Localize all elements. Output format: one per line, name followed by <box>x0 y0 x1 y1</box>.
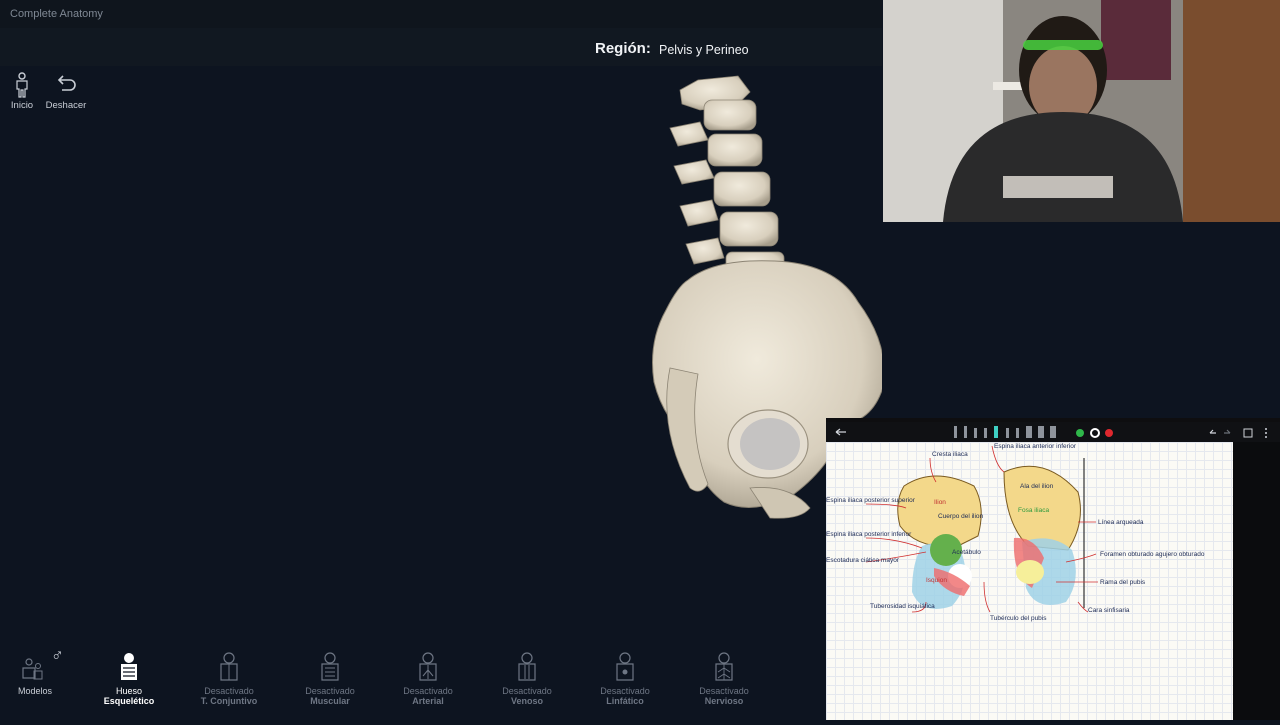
webcam-video <box>883 0 1280 222</box>
pen-tools-icon[interactable] <box>954 426 1056 438</box>
layer-label-line2: Venoso <box>510 696 543 706</box>
more-options-icon[interactable] <box>1265 428 1267 438</box>
layer-skeletal[interactable]: Hueso Esquelético <box>84 648 174 706</box>
layer-nervous[interactable]: Desactivado Nervioso <box>679 648 769 706</box>
undo-label: Deshacer <box>45 100 87 111</box>
layer-muscular[interactable]: Desactivado Muscular <box>285 648 375 706</box>
annotation-label: Tubérculo del pubis <box>990 615 1047 622</box>
layer-label-line2: Arterial <box>412 696 444 706</box>
layer-label-line2: Muscular <box>310 696 350 706</box>
muscle-icon <box>285 648 375 684</box>
annotation-label: Línea arqueada <box>1098 519 1144 526</box>
notes-canvas[interactable]: Cresta iliaca Espina iliaca anterior inf… <box>826 442 1233 720</box>
app-title-bar: Complete Anatomy <box>0 0 882 28</box>
layer-arterial[interactable]: Desactivado Arterial <box>383 648 473 706</box>
layer-lymphatic[interactable]: Desactivado Linfático <box>580 648 670 706</box>
layer-label-line1: Desactivado <box>600 686 650 696</box>
layer-connective-tissue[interactable]: Desactivado T. Conjuntivo <box>184 648 274 706</box>
annotation-label: Tuberosidad isquiática <box>870 603 935 610</box>
connective-tissue-icon <box>184 648 274 684</box>
region-bar <box>0 28 882 66</box>
annotation-label: Isquion <box>926 577 947 584</box>
home-label: Inicio <box>10 100 34 111</box>
annotation-label: Rama del pubis <box>1100 579 1146 586</box>
notes-toolbar <box>826 422 1280 442</box>
layer-venous[interactable]: Desactivado Venoso <box>482 648 572 706</box>
notes-side-panel <box>1233 442 1280 720</box>
color-white-swatch[interactable] <box>1090 428 1100 438</box>
layer-label-line1: Desactivado <box>699 686 749 696</box>
export-icon[interactable] <box>1243 428 1253 438</box>
undo-icon <box>40 72 92 100</box>
layer-label-line1: Desactivado <box>502 686 552 696</box>
male-gender-toggle[interactable]: ♂ <box>51 646 64 666</box>
layers-bar: Modelos ♂ Hueso Esquelético Desactivado … <box>0 646 826 720</box>
layer-label-line1: Hueso <box>115 686 142 696</box>
region-value[interactable]: Pelvis y Perineo <box>659 43 749 57</box>
annotation-label: Cresta iliaca <box>932 451 968 458</box>
annotation-label: Ala del ilion <box>1020 483 1054 490</box>
layer-label-line2: Nervioso <box>704 696 744 706</box>
layer-label-line2: T. Conjuntivo <box>200 696 258 706</box>
app-title: Complete Anatomy <box>10 8 103 20</box>
layer-label-line2: Esquelético <box>103 696 155 706</box>
right-panel-background <box>882 222 1280 417</box>
annotation-label: Espina iliaca posterior superior <box>826 497 916 504</box>
annotation-label: Foramen obturado agujero obturado <box>1100 551 1205 558</box>
skeleton-icon <box>84 648 174 684</box>
annotation-label: Fosa iliaca <box>1018 507 1049 514</box>
annotation-label: Cara sinfisaria <box>1088 607 1130 614</box>
artery-icon <box>383 648 473 684</box>
vein-icon <box>482 648 572 684</box>
color-green-swatch[interactable] <box>1076 429 1084 437</box>
layer-label-line1: Desactivado <box>204 686 254 696</box>
annotation-label: Espina iliaca posterior inferior <box>826 531 912 538</box>
undo-icon[interactable] <box>1209 429 1216 434</box>
color-red-swatch[interactable] <box>1105 429 1113 437</box>
annotation-label: Cuerpo del ilion <box>938 513 984 520</box>
redo-icon[interactable] <box>1224 429 1231 434</box>
models-button[interactable]: Modelos <box>0 648 80 696</box>
models-label: Modelos <box>17 686 53 696</box>
back-arrow-icon[interactable] <box>835 428 846 436</box>
undo-button[interactable]: Deshacer <box>40 72 92 111</box>
annotation-label: Acetábulo <box>952 549 981 556</box>
lymphatic-icon <box>580 648 670 684</box>
annotation-label: Escotadura ciática mayor <box>826 557 900 564</box>
region-label: Región: <box>595 40 651 57</box>
models-icon <box>0 648 80 684</box>
layer-label-line2: Linfático <box>606 696 644 706</box>
annotation-label: Espina iliaca anterior inferior <box>994 443 1077 450</box>
annotation-label: Ilion <box>934 499 946 506</box>
layer-label-line1: Desactivado <box>403 686 453 696</box>
layer-label-line1: Desactivado <box>305 686 355 696</box>
nerve-icon <box>679 648 769 684</box>
